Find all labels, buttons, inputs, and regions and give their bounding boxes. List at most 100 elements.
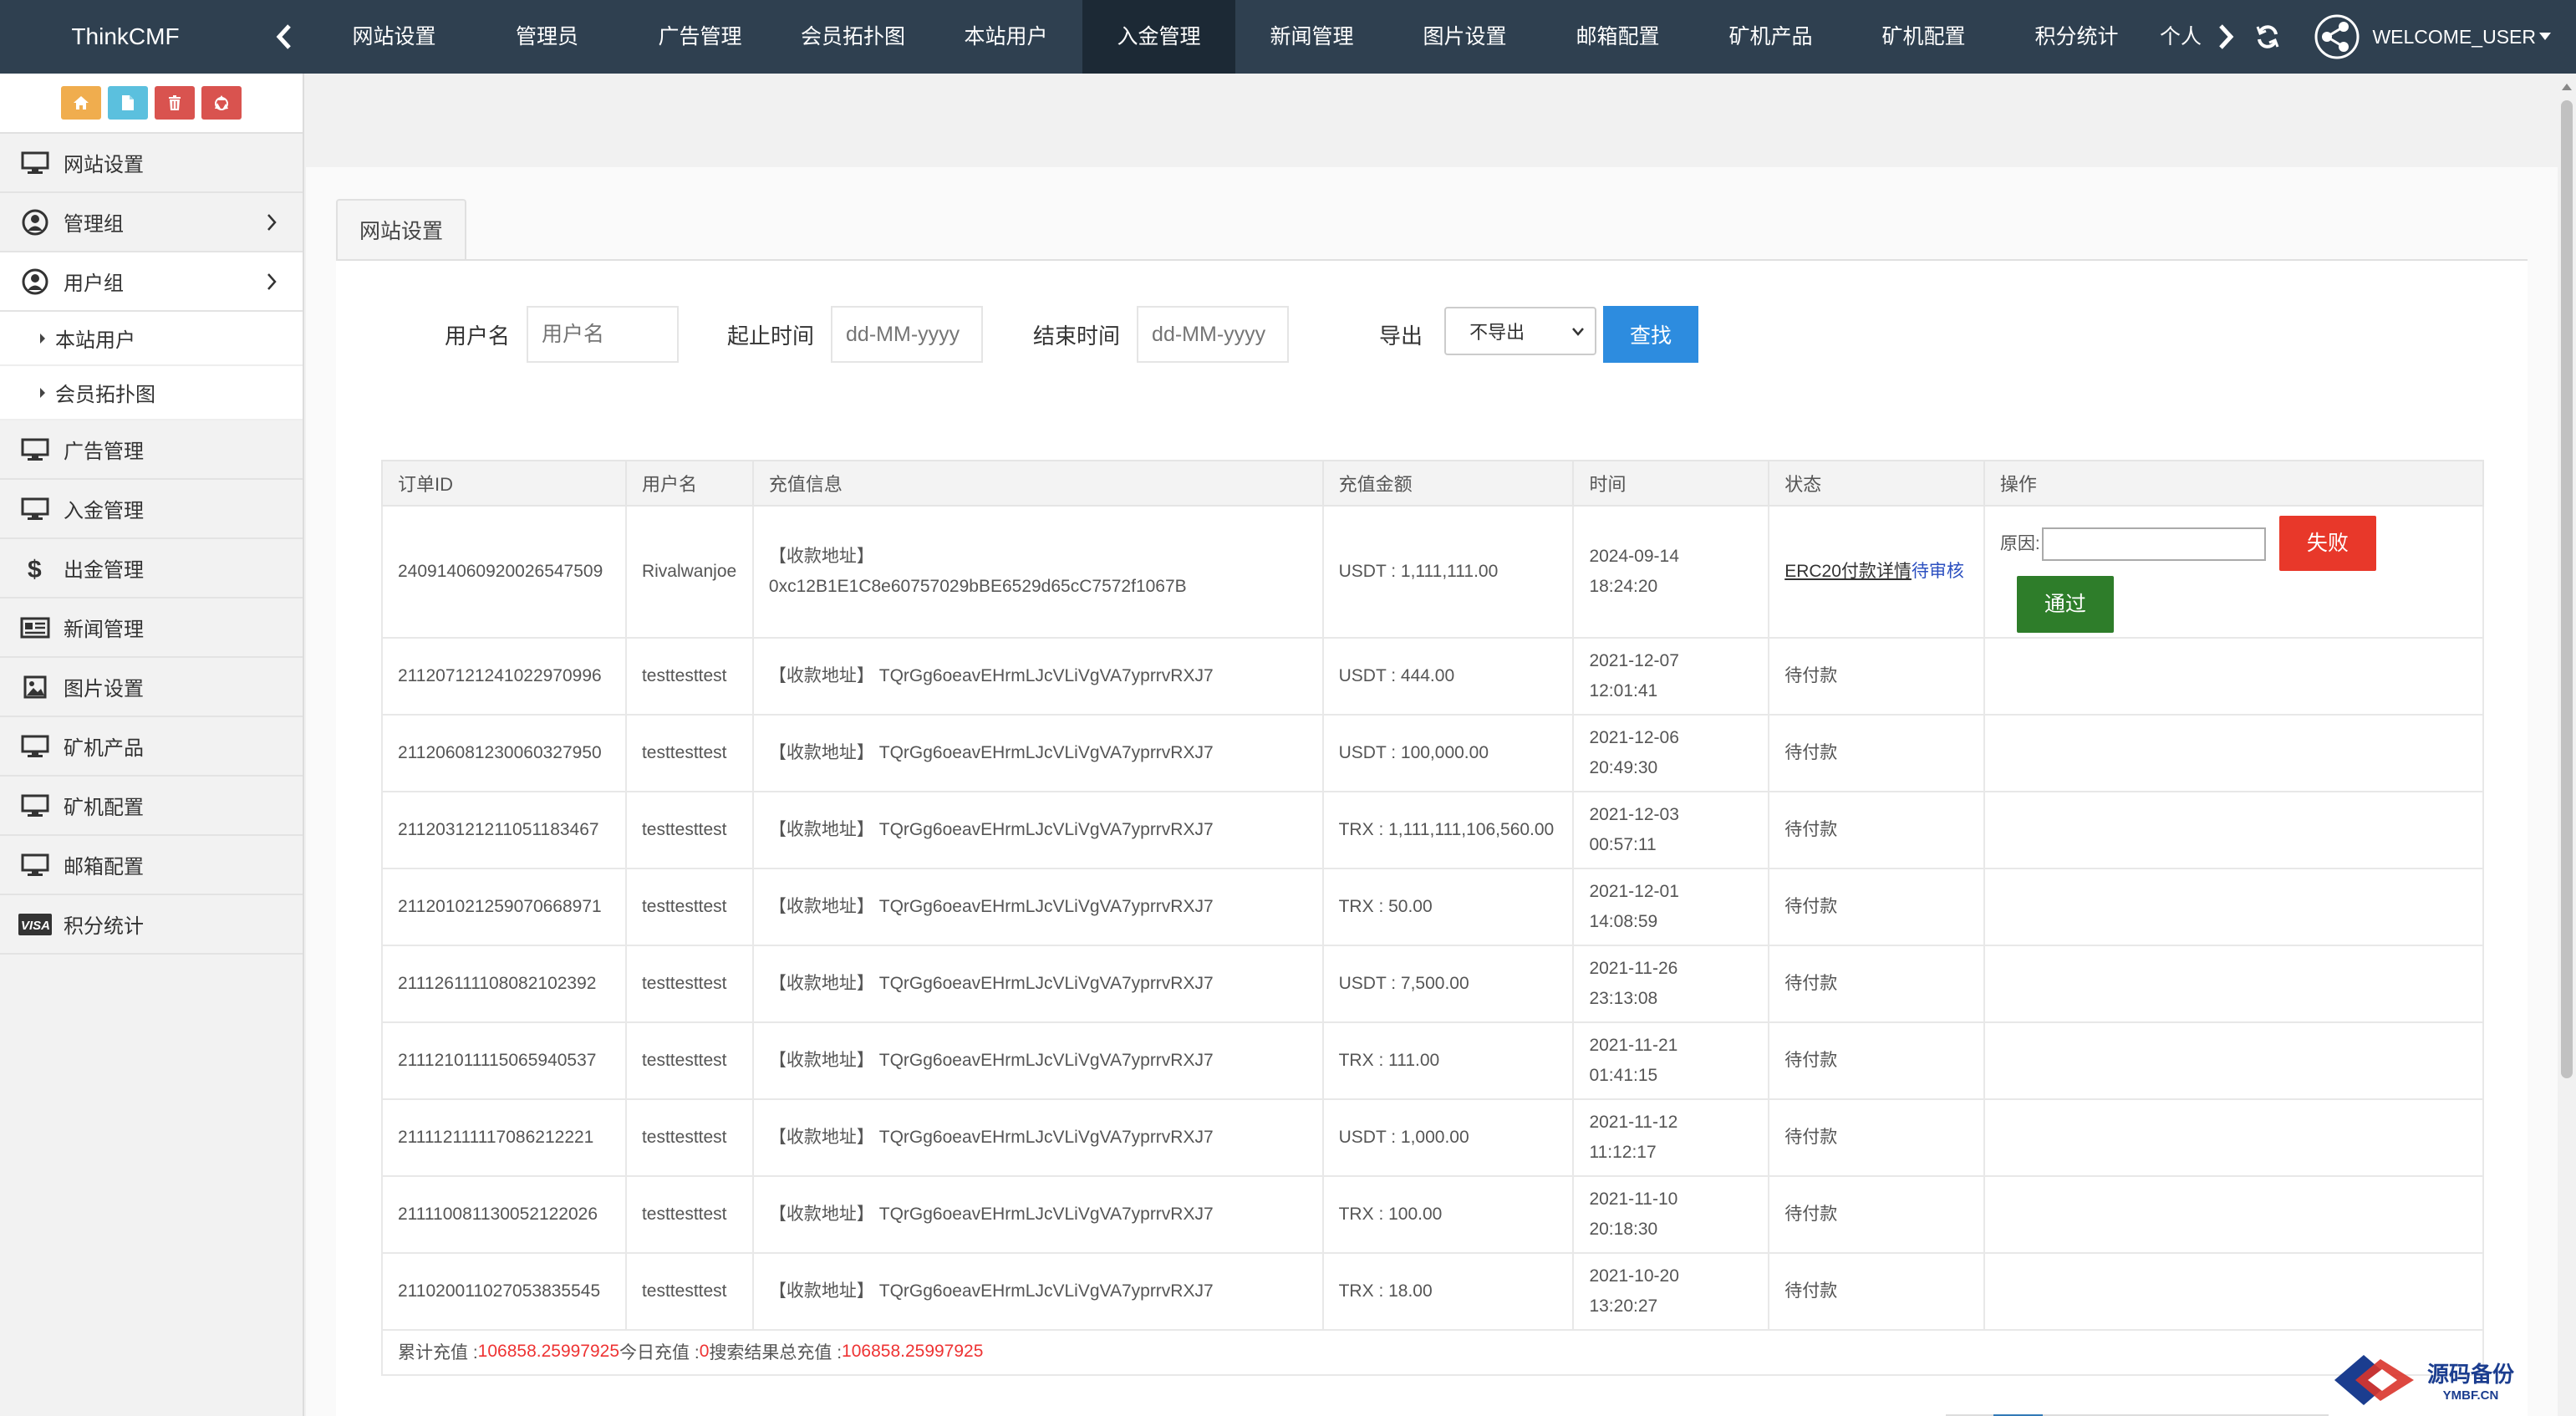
top-menu-item[interactable]: 矿机配置 <box>1847 0 2000 74</box>
sidebar-item[interactable]: 管理组 <box>0 193 303 252</box>
sidebar-item-label: 广告管理 <box>64 441 144 463</box>
reason-group: 原因: <box>2000 527 2266 561</box>
username-cell: testtesttest <box>624 791 754 869</box>
status-cell: 待付款 <box>1768 791 1985 869</box>
username-cell: testtesttest <box>624 1252 754 1331</box>
trash-icon <box>169 95 181 110</box>
recharge-info-cell: 【收款地址】 TQrGg6oeavEHrmLJcVLiVgVA7yprrvRXJ… <box>751 714 1324 792</box>
info-line-label: 【收款地址】 <box>768 547 874 566</box>
content-panel: 用户名 起止时间 结束时间 导出 不导出 查找 订单ID用户名充值信息充值金额时… <box>336 259 2528 1416</box>
amount-cell: USDT : 100,000.00 <box>1321 714 1575 792</box>
reason-input[interactable] <box>2041 527 2266 561</box>
file-icon <box>122 95 134 110</box>
operation-cell <box>1983 637 2485 716</box>
top-menu-item[interactable]: 入金管理 <box>1082 0 1235 74</box>
deposit-table: 订单ID 用户名 充值信息 充值金额 时间 状态 操作 240914060920026547… <box>381 460 2485 1331</box>
top-menu-item[interactable]: 矿机产品 <box>1694 0 1847 74</box>
time-text: 11:12:17 <box>1589 1143 1657 1162</box>
sidebar-item[interactable]: 新闻管理 <box>0 598 303 658</box>
sidebar-item[interactable]: $ 出金管理 <box>0 539 303 598</box>
sidebar-subitem[interactable]: 会员拓扑图 <box>0 366 303 420</box>
main-area: 网站设置 用户名 起止时间 结束时间 导出 不导出 查找 订单ID用户名充值信息… <box>306 74 2576 1416</box>
sidebar-item[interactable]: 用户组 <box>0 252 303 312</box>
top-menu-item[interactable]: 积分统计 <box>2000 0 2153 74</box>
end-date-input[interactable] <box>1137 306 1290 363</box>
status-cell: 待付款 <box>1768 1021 1985 1100</box>
sidebar-item[interactable]: 矿机产品 <box>0 717 303 777</box>
search-button[interactable]: 查找 <box>1603 306 1699 363</box>
amount-cell: USDT : 1,000.00 <box>1321 1098 1575 1177</box>
top-menu-item[interactable]: 新闻管理 <box>1235 0 1388 74</box>
export-select[interactable]: 不导出 <box>1444 307 1597 355</box>
username-input[interactable] <box>527 306 680 363</box>
operation-cell <box>1983 945 2485 1023</box>
home-button[interactable] <box>61 86 101 120</box>
order-id-cell: 211126111108082102392 <box>381 945 627 1023</box>
order-id-cell: 240914060920026547509 <box>381 505 627 639</box>
refresh-button[interactable] <box>2247 0 2288 74</box>
file-button[interactable] <box>108 86 148 120</box>
table-row: 211110081130052122026 testtesttest 【收款地址】 … <box>381 1175 2485 1254</box>
sidebar-item[interactable]: 矿机配置 <box>0 777 303 836</box>
time-text: 00:57:11 <box>1589 835 1657 854</box>
amount-cell: TRX : 18.00 <box>1321 1252 1575 1331</box>
sidebar-subitem[interactable]: 本站用户 <box>0 312 303 366</box>
watermark-en: YMBF.CN <box>2442 1388 2499 1403</box>
amount-cell: USDT : 444.00 <box>1321 637 1575 716</box>
sidebar-item-label: 邮箱配置 <box>64 856 144 879</box>
tab-website-settings[interactable]: 网站设置 <box>336 199 467 261</box>
info-line-address: 0xc12B1E1C8e60757029bBE6529d65cC7572f106… <box>768 577 1187 596</box>
page-scrollbar[interactable] <box>2558 74 2576 1416</box>
username-cell: Rivalwanjoe <box>624 505 754 639</box>
menu-scroll-right-button[interactable] <box>2205 0 2247 74</box>
approve-button[interactable]: 通过 <box>2016 576 2114 633</box>
start-date-input[interactable] <box>831 306 984 363</box>
erc20-details-link-text: ERC20付款详情 <box>1784 562 1912 581</box>
status-cell: 待付款 <box>1768 714 1985 792</box>
image-icon <box>18 673 52 701</box>
user-circle-icon <box>18 208 52 237</box>
sidebar-item[interactable]: 图片设置 <box>0 658 303 717</box>
operation-cell <box>1983 868 2485 946</box>
brand-logo[interactable]: ThinkCMF <box>0 0 251 74</box>
sidebar-item[interactable]: 广告管理 <box>0 420 303 480</box>
table-row: 211203121211051183467 testtesttest 【收款地址】 … <box>381 791 2485 869</box>
sidebar-item[interactable]: VISA 积分统计 <box>0 895 303 955</box>
time-cell: 2021-12-07 12:01:41 <box>1572 637 1770 716</box>
date-text: 2021-11-21 <box>1589 1036 1678 1055</box>
payment-details-link[interactable]: ERC20付款详情待审核 <box>1784 562 1964 581</box>
sidebar-subitem-label: 本站用户 <box>55 329 135 352</box>
svg-text:VISA: VISA <box>21 919 50 933</box>
top-menu-item[interactable]: 网站设置 <box>318 0 471 74</box>
top-menu-item[interactable]: 会员拓扑图 <box>776 0 929 74</box>
scroll-up-arrow[interactable] <box>2562 84 2572 90</box>
order-id-cell: 211207121241022970996 <box>381 637 627 716</box>
watermark-text: 源码备份 YMBF.CN <box>2427 1357 2514 1403</box>
top-menu-item[interactable]: 广告管理 <box>624 0 776 74</box>
recharge-info-cell: 【收款地址】 TQrGg6oeavEHrmLJcVLiVgVA7yprrvRXJ… <box>751 1098 1324 1177</box>
time-cell: 2024-09-14 18:24:20 <box>1572 505 1770 639</box>
time-text: 20:49:30 <box>1589 758 1658 777</box>
recycle-button[interactable] <box>201 86 242 120</box>
time-text: 20:18:30 <box>1589 1220 1658 1239</box>
visa-icon: VISA <box>18 910 52 939</box>
top-menu-item[interactable]: 管理员 <box>471 0 624 74</box>
sidebar-item[interactable]: 邮箱配置 <box>0 836 303 895</box>
top-menu-item[interactable]: 本站用户 <box>929 0 1082 74</box>
sidebar-item[interactable]: 入金管理 <box>0 480 303 539</box>
amount-cell: USDT : 7,500.00 <box>1321 945 1575 1023</box>
top-menu-item[interactable]: 图片设置 <box>1388 0 1541 74</box>
user-menu[interactable]: WELCOME_USER <box>2288 13 2576 60</box>
operation-cell: 原因: 失败 通过 <box>1983 505 2485 639</box>
trash-button[interactable] <box>155 86 195 120</box>
top-menu-item[interactable]: 个人 <box>2153 0 2203 74</box>
column-header: 充值金额 <box>1321 460 1575 507</box>
total-recharge-value: 106858.25997925 <box>477 1342 620 1361</box>
scroll-thumb[interactable] <box>2561 100 2573 1078</box>
amount-cell: TRX : 111.00 <box>1321 1021 1575 1100</box>
reject-button[interactable]: 失败 <box>2278 516 2376 571</box>
time-text: 01:41:15 <box>1589 1066 1658 1085</box>
sidebar-item[interactable]: 网站设置 <box>0 134 303 193</box>
top-menu-item[interactable]: 邮箱配置 <box>1541 0 1694 74</box>
sidebar-collapse-button[interactable] <box>251 0 318 74</box>
